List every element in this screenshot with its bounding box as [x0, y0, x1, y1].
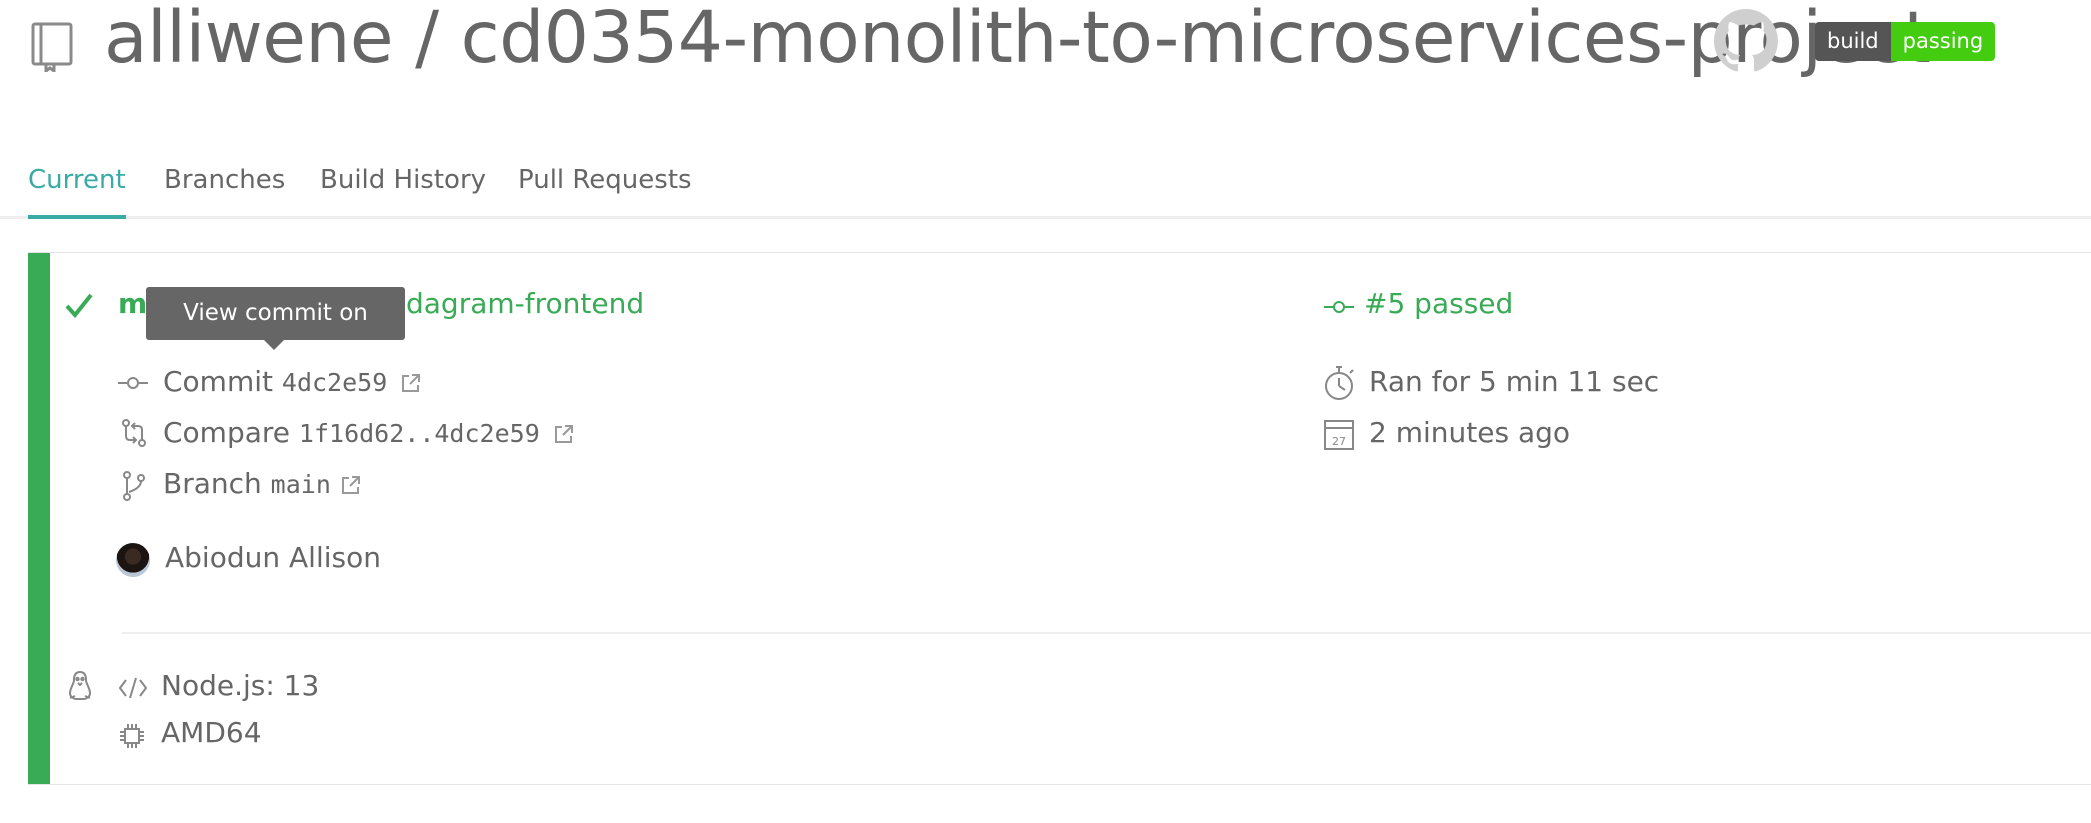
branch-link[interactable]: Branch main [163, 467, 331, 500]
cpu-icon [119, 723, 145, 753]
calendar-icon: 27 [1324, 418, 1354, 454]
branch-name: main [270, 470, 331, 499]
tab-pull-requests[interactable]: Pull Requests [518, 160, 692, 216]
commit-icon [118, 375, 148, 395]
commit-tooltip: View commit on GitHub [146, 287, 405, 379]
branch-title-prefix[interactable]: m [118, 287, 147, 320]
build-status-badge[interactable]: build passing [1815, 22, 1996, 61]
repository-icon [30, 22, 74, 76]
svg-text:27: 27 [1332, 435, 1346, 448]
code-icon [118, 676, 148, 704]
badge-label: build [1815, 22, 1891, 61]
build-status-bar [28, 253, 50, 784]
linux-icon [66, 670, 94, 706]
build-duration: Ran for 5 min 11 sec [1369, 365, 1660, 398]
commit-sha: 4dc2e59 [281, 368, 388, 397]
finished-time: 2 minutes ago [1369, 416, 1571, 449]
job-arch: AMD64 [161, 716, 262, 749]
compare-link[interactable]: Compare 1f16d62..4dc2e59 [163, 416, 540, 449]
commit-icon [1324, 299, 1354, 319]
build-status[interactable]: #5 passed [1364, 287, 1513, 320]
badge-status: passing [1890, 22, 1996, 61]
external-link-icon[interactable] [340, 474, 362, 500]
commit-label: Commit [163, 365, 273, 398]
branch-title[interactable]: dagram-frontend [406, 287, 644, 320]
avatar [116, 543, 150, 577]
repo-title[interactable]: alliwene / cd0354-monolith-to-microservi… [104, 0, 1931, 79]
github-icon[interactable] [1714, 9, 1778, 77]
repo-tabs: Current Branches Build History Pull Requ… [0, 160, 2091, 219]
compare-label: Compare [163, 416, 291, 449]
check-icon [64, 290, 94, 324]
tab-build-history[interactable]: Build History [320, 160, 486, 216]
external-link-icon[interactable] [553, 423, 575, 449]
compare-range: 1f16d62..4dc2e59 [298, 419, 540, 448]
branch-icon [121, 470, 147, 506]
commit-link[interactable]: Commit 4dc2e59 [163, 365, 387, 398]
stopwatch-icon [1323, 364, 1357, 406]
divider [122, 632, 2091, 634]
compare-icon [120, 418, 148, 452]
job-language: Node.js: 13 [161, 669, 320, 702]
tab-current[interactable]: Current [28, 160, 126, 219]
author-name: Abiodun Allison [165, 541, 381, 574]
branch-label: Branch [163, 467, 262, 500]
external-link-icon[interactable] [400, 372, 422, 398]
tab-branches[interactable]: Branches [164, 160, 285, 216]
